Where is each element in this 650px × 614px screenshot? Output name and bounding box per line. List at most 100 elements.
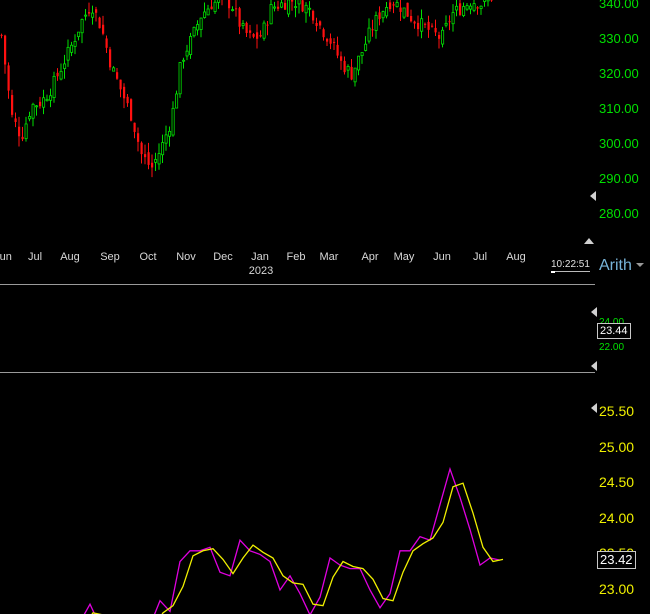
candle-body [178, 62, 182, 95]
indicator-axis-label: 24.50 [599, 474, 635, 491]
price-axis-label: 340.00 [599, 0, 639, 11]
candle-body [147, 152, 150, 165]
candle-body [399, 7, 402, 12]
month-label: Mar [319, 251, 339, 263]
candle-body [262, 22, 266, 39]
scroll-left-icon[interactable] [591, 307, 597, 317]
candle-body [168, 130, 172, 137]
candle-body [294, 6, 298, 8]
candle-body [161, 142, 165, 156]
expand-up-icon[interactable] [584, 238, 594, 244]
candle-body [73, 41, 77, 47]
candle-body [192, 26, 196, 37]
candle-body [350, 66, 353, 80]
candle-body [389, 2, 392, 10]
candle-body [249, 30, 252, 33]
scroll-left-icon[interactable] [591, 403, 597, 413]
candle-body [59, 70, 63, 80]
candle-body [406, 2, 409, 17]
clock-time: 10:22:51 [551, 259, 590, 270]
chart-canvas[interactable] [0, 0, 650, 614]
price-axis-label: 290.00 [599, 171, 639, 186]
candle-body [472, 3, 476, 11]
month-label: Sep [100, 251, 120, 263]
candle-body [130, 99, 133, 121]
candle-body [444, 22, 448, 26]
candle-body [119, 79, 122, 90]
candle-body [7, 65, 10, 91]
month-label: Oct [139, 251, 157, 263]
indicator-axis-label: 25.00 [599, 438, 635, 455]
indicator-axis-label: 24.00 [599, 509, 635, 526]
year-label: 2023 [248, 265, 274, 277]
indicator-axis-label: 25.50 [599, 403, 635, 419]
candle-body [66, 46, 70, 61]
candle-body [315, 22, 318, 26]
candle-body [151, 162, 154, 168]
chevron-down-icon [636, 263, 645, 267]
candle-body [427, 21, 430, 30]
candle-body [259, 34, 262, 37]
candle-body [144, 154, 147, 158]
candle-body [126, 96, 129, 104]
candle-body [24, 123, 28, 140]
candle-body [102, 24, 105, 34]
month-label: May [393, 251, 415, 263]
scroll-left-icon[interactable] [591, 361, 597, 371]
candle-body [84, 14, 88, 17]
candle-body [56, 72, 59, 77]
candle-body [154, 159, 158, 163]
candle-body [333, 41, 336, 43]
candle-body [374, 15, 378, 31]
candle-body [448, 21, 451, 23]
scale-mode-dropdown[interactable]: Arith [599, 257, 645, 275]
candle-body [395, 2, 399, 8]
candle-body [238, 8, 241, 27]
candle-body [438, 34, 441, 39]
candle-body [95, 9, 98, 13]
indicator-slow-line [91, 482, 504, 614]
candle-body [109, 49, 112, 68]
candle-body [413, 21, 416, 24]
price-axis-label: 280.00 [599, 206, 639, 221]
month-label: Nov [176, 251, 196, 263]
candle-body [112, 67, 116, 72]
candle-body [140, 142, 143, 155]
candle-body [469, 5, 473, 10]
candle-body [206, 8, 210, 16]
candle-body [434, 27, 437, 33]
candle-body [277, 6, 280, 9]
candle-body [483, 0, 487, 2]
month-label: Apr [361, 251, 379, 263]
candle-body [171, 107, 175, 136]
candle-body [308, 7, 312, 10]
month-label: Jun [0, 251, 12, 263]
candle-body [312, 10, 315, 21]
candle-body [91, 12, 95, 18]
candle-body [31, 103, 35, 119]
month-label: Aug [60, 251, 80, 263]
scroll-left-icon[interactable] [590, 191, 596, 201]
candle-body [304, 4, 308, 14]
candle-body [123, 86, 126, 99]
candle-body [326, 38, 329, 42]
candle-body [340, 56, 343, 61]
candle-body [297, 0, 301, 5]
candle-body [322, 29, 325, 38]
candle-body [157, 153, 161, 165]
candle-body [420, 18, 424, 32]
month-label: Jun [433, 251, 451, 263]
candle-body [133, 122, 136, 132]
candle-body [213, 1, 217, 12]
candle-body [42, 97, 46, 108]
candle-body [4, 35, 7, 65]
candle-body [245, 22, 248, 33]
candle-body [287, 0, 291, 15]
candle-body [346, 66, 350, 71]
candle-body [252, 34, 255, 37]
candle-body [343, 60, 346, 73]
candle-body [0, 34, 3, 36]
candle-body [329, 38, 332, 44]
candle-body [378, 12, 381, 20]
candle-body [319, 21, 322, 26]
